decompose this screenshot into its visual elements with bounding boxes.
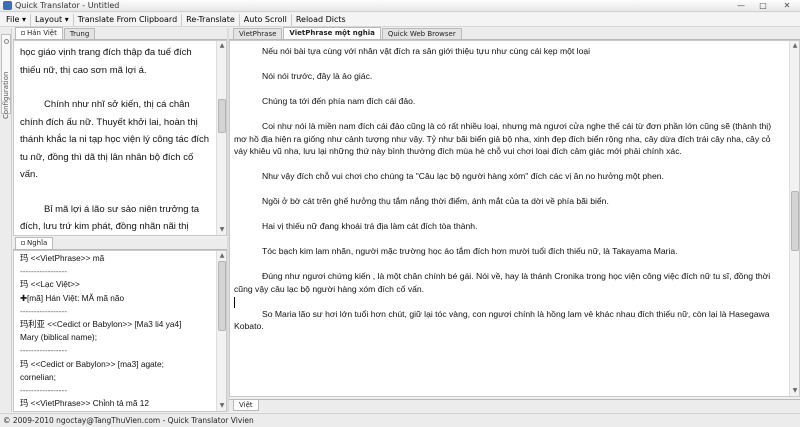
reload-dicts-button[interactable]: Reload Dicts: [292, 14, 350, 26]
dict-line: cornelian;: [20, 371, 56, 382]
scroll-down-icon[interactable]: ▼: [218, 226, 226, 234]
translation-panel: VietPhrase VietPhrase một nghĩa Quick We…: [229, 27, 800, 412]
menu-layout[interactable]: Layout ▾: [31, 13, 74, 26]
chevron-down-icon: ▾: [21, 14, 26, 24]
tab-vietphrase-mot-nghia[interactable]: VietPhrase một nghĩa: [283, 27, 381, 39]
configuration-label: Configuration: [2, 71, 10, 119]
dictionary-tabbar: Nghĩa: [13, 237, 227, 250]
translation-bottom-tabbar: Việt: [229, 399, 800, 412]
app-icon: [3, 1, 12, 10]
dict-separator: -----------------: [20, 385, 67, 396]
vertical-scrollbar[interactable]: ▲ ▼: [789, 41, 799, 396]
dict-line: 玛 <<VietPhrase>> Chỉnh tả mã 12: [20, 398, 149, 409]
dictionary-lines: 玛 <<VietPhrase>> mã ----------------- 玛 …: [14, 251, 226, 410]
source-panel: Hán Việt Trung học giáo vịnh trang đích …: [13, 27, 227, 412]
scroll-down-icon[interactable]: ▼: [218, 402, 226, 410]
menu-layout-label: Layout: [34, 14, 63, 24]
translation-paragraph: Tóc bạch kim lam nhãn, người mặc trường …: [262, 246, 678, 256]
title-bar: Quick Translator - Untitled — □ ✕: [0, 0, 800, 12]
close-button[interactable]: ✕: [774, 0, 800, 12]
translation-paragraph: Coi như nói là miền nam đích cái đảo cũn…: [234, 121, 772, 156]
translate-from-clipboard-button[interactable]: Translate From Clipboard: [74, 13, 183, 26]
minimize-button[interactable]: —: [730, 0, 752, 12]
translation-paragraph: Đúng như ngươi chứng kiến , là một chân …: [234, 271, 771, 294]
translation-text: Nếu nói bài tựa cùng với nhân vật đích r…: [230, 41, 799, 333]
scroll-up-icon[interactable]: ▲: [791, 42, 799, 50]
configuration-sidebar: Configuration: [0, 28, 12, 412]
source-paragraph: học giáo vịnh trang đích thập đa tuế đíc…: [20, 47, 192, 76]
tab-vietphrase[interactable]: VietPhrase: [233, 28, 283, 39]
source-paragraph: Bỉ mã lợi á lão sư sảo niên trưởng ta đí…: [20, 203, 200, 233]
dict-separator: -----------------: [20, 345, 67, 356]
dictionary-pane[interactable]: 玛 <<VietPhrase>> mã ----------------- 玛 …: [13, 250, 227, 412]
re-translate-button[interactable]: Re-Translate: [182, 13, 240, 26]
configuration-tab[interactable]: Configuration: [1, 34, 11, 119]
source-tabbar: Hán Việt Trung: [13, 27, 227, 40]
menu-file[interactable]: File ▾: [2, 13, 31, 26]
dict-line: Mary (biblical name);: [20, 332, 97, 343]
han-viet-text-pane[interactable]: học giáo vịnh trang đích thập đa tuế đíc…: [13, 40, 227, 236]
translation-paragraph: Nếu nói bài tựa cùng với nhân vật đích r…: [262, 46, 591, 56]
dict-line: ✚[mã] Hán Việt: MÃ mã não: [20, 292, 125, 303]
auto-scroll-button[interactable]: Auto Scroll: [240, 13, 292, 26]
translation-paragraph: So Maria lão sư hơi lớn tuổi hơn chút, g…: [234, 308, 770, 332]
dict-line: 玛 <<Lạc Việt>>: [20, 279, 80, 290]
chevron-down-icon: ▾: [64, 14, 69, 24]
translation-paragraph: Hai vị thiếu nữ đang khoái trá địa làm c…: [262, 221, 478, 231]
maximize-button[interactable]: □: [752, 0, 774, 12]
gear-icon: [4, 39, 9, 44]
scroll-up-icon[interactable]: ▲: [218, 42, 226, 50]
status-bar: © 2009-2010 ngoctay@TangThuVien.com - Qu…: [0, 413, 800, 427]
scroll-thumb[interactable]: [218, 99, 226, 133]
dict-line: 玛利亚 <<Cedict or Babylon>> [Ma3 li4 ya4]: [20, 319, 182, 330]
scroll-up-icon[interactable]: ▲: [218, 252, 226, 260]
dict-line: 玛 <<VietPhrase>> mã: [20, 253, 105, 263]
translation-paragraph: Ngồi ở bờ cát trên ghế hưởng thụ tắm nắn…: [262, 196, 609, 206]
text-caret: [234, 297, 235, 308]
translation-paragraph: Nói nói trước, đây là ảo giác.: [262, 71, 373, 81]
translation-paragraph: Chúng ta tới đến phía nam đích cái đảo.: [262, 96, 416, 106]
menu-bar: File ▾ Layout ▾ Translate From Clipboard…: [0, 13, 800, 27]
tab-trung[interactable]: Trung: [63, 28, 96, 39]
pin-icon: [21, 241, 25, 245]
tab-nghia[interactable]: Nghĩa: [15, 237, 54, 249]
dict-line: 玛 <<Cedict or Babylon>> [ma3] agate;: [20, 358, 164, 369]
translation-paragraph: Như vậy đích chỗ vui chơi cho chúng ta "…: [262, 171, 664, 181]
dict-separator: -----------------: [20, 266, 67, 277]
source-paragraph: Chính như nhĩ sở kiến, thị cá chân chính…: [20, 99, 210, 180]
menu-file-label: File: [6, 14, 20, 24]
scroll-thumb[interactable]: [218, 261, 226, 331]
tab-viet[interactable]: Việt: [233, 400, 259, 411]
tab-nghia-label: Nghĩa: [27, 239, 48, 247]
window-title: Quick Translator - Untitled: [15, 1, 120, 10]
vertical-scrollbar[interactable]: ▲ ▼: [216, 41, 226, 235]
dict-separator: -----------------: [20, 305, 67, 316]
pin-icon: [21, 31, 25, 35]
scroll-thumb[interactable]: [791, 191, 799, 251]
vertical-scrollbar[interactable]: ▲ ▼: [216, 251, 226, 411]
tab-quick-web-browser[interactable]: Quick Web Browser: [381, 28, 462, 39]
scroll-down-icon[interactable]: ▼: [791, 387, 799, 395]
vietphrase-text-pane[interactable]: Nếu nói bài tựa cùng với nhân vật đích r…: [229, 40, 800, 397]
tab-han-viet-label: Hán Việt: [27, 29, 57, 37]
tab-han-viet[interactable]: Hán Việt: [15, 27, 63, 39]
window-controls: — □ ✕: [730, 0, 800, 12]
translation-tabbar: VietPhrase VietPhrase một nghĩa Quick We…: [229, 27, 800, 40]
han-viet-text: học giáo vịnh trang đích thập đa tuế đíc…: [14, 41, 226, 235]
